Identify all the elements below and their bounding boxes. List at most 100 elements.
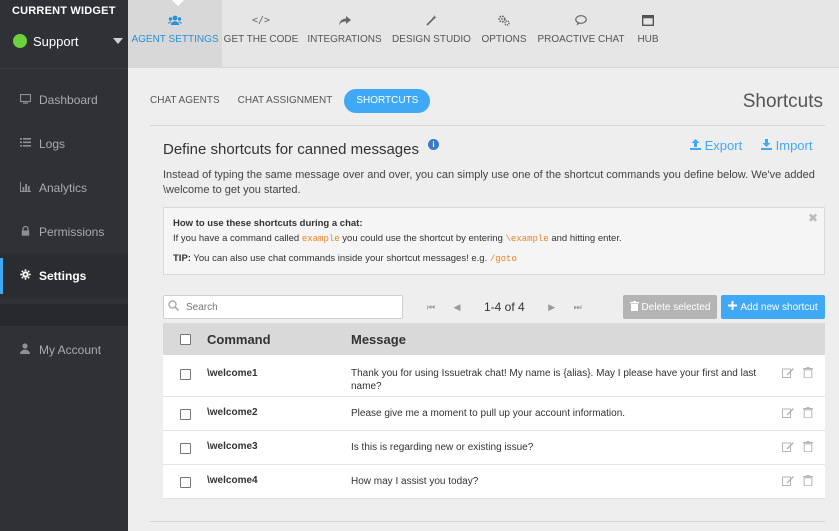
add-shortcut-button[interactable]: Add new shortcut — [721, 295, 825, 319]
users-icon — [128, 15, 222, 29]
message-cell: Is this is regarding new or existing iss… — [351, 442, 534, 453]
sidebar-item-label: Permissions — [39, 225, 105, 239]
tab-label: GET THE CODE — [223, 34, 299, 45]
online-status-dot — [13, 34, 27, 48]
page-title: Shortcuts — [742, 91, 823, 112]
column-header-command: Command — [207, 331, 271, 347]
window-icon — [628, 14, 668, 29]
subtabs: CHAT AGENTS CHAT ASSIGNMENT SHORTCUTS — [150, 89, 448, 113]
command-cell: \welcome4 — [207, 475, 258, 486]
first-page-icon[interactable]: ⏮ — [422, 302, 440, 313]
table-row[interactable]: \welcome1 Thank you for using Issuetrak … — [163, 355, 825, 397]
code-sample: example — [301, 234, 340, 244]
divider — [150, 125, 825, 126]
tab-hub[interactable]: HUB — [628, 0, 668, 68]
sidebar-item-label: My Account — [39, 343, 102, 357]
import-button[interactable]: Import — [761, 138, 812, 153]
sidebar-nav: Dashboard Logs Analytics Permissions Set… — [0, 78, 128, 370]
tab-proactive-chat[interactable]: PROACTIVE CHAT — [534, 0, 628, 68]
tab-label: DESIGN STUDIO — [392, 34, 471, 45]
search-input[interactable] — [186, 301, 386, 313]
search-box — [163, 295, 403, 319]
last-page-icon[interactable]: ⏭ — [569, 302, 587, 313]
tab-label: OPTIONS — [481, 34, 527, 45]
edit-icon[interactable] — [781, 367, 795, 379]
share-icon — [300, 15, 389, 29]
prev-page-icon[interactable]: ◀ — [448, 302, 466, 313]
row-actions — [775, 367, 815, 379]
row-checkbox[interactable] — [179, 409, 191, 420]
code-icon: </> — [251, 15, 271, 26]
gear-icon — [18, 269, 32, 283]
current-widget-label: CURRENT WIDGET — [12, 5, 116, 17]
sidebar-separator — [0, 304, 128, 326]
column-header-message: Message — [351, 331, 406, 347]
tip-text: You can also use chat commands inside yo… — [190, 253, 490, 264]
subtab-chat-assignment[interactable]: CHAT ASSIGNMENT — [238, 89, 333, 113]
tab-integrations[interactable]: INTEGRATIONS — [300, 0, 389, 68]
sidebar-item-my-account[interactable]: My Account — [0, 330, 128, 370]
row-checkbox[interactable] — [179, 369, 191, 380]
row-checkbox[interactable] — [179, 477, 191, 488]
widget-selector[interactable]: Support — [0, 24, 128, 58]
sidebar-item-logs[interactable]: Logs — [0, 122, 128, 166]
sidebar-item-dashboard[interactable]: Dashboard — [0, 78, 128, 122]
sidebar-item-permissions[interactable]: Permissions — [0, 210, 128, 254]
download-icon — [761, 138, 772, 153]
row-checkbox[interactable] — [179, 443, 191, 454]
tab-design-studio[interactable]: DESIGN STUDIO — [389, 0, 474, 68]
table-row[interactable]: \welcome3 Is this is regarding new or ex… — [163, 431, 825, 465]
export-button[interactable]: Export — [690, 138, 742, 153]
header-check-cell — [163, 333, 207, 345]
tab-get-the-code[interactable]: </> GET THE CODE — [222, 0, 300, 68]
code-sample: \example — [505, 234, 549, 244]
next-page-icon[interactable]: ▶ — [543, 302, 561, 313]
active-tab-pointer — [172, 0, 184, 6]
edit-icon[interactable] — [781, 475, 795, 487]
list-icon — [18, 138, 32, 150]
chat-bubble-icon — [534, 15, 628, 29]
howto-title: How to use these shortcuts during a chat… — [173, 218, 363, 229]
divider — [150, 521, 825, 522]
sidebar: CURRENT WIDGET Support Dashboard Logs An… — [0, 0, 128, 531]
delete-selected-button[interactable]: Delete selected — [623, 295, 717, 319]
howto-text: and hitting enter. — [548, 233, 622, 244]
message-cell: How may I assist you today? — [351, 476, 479, 487]
trash-icon[interactable] — [801, 475, 815, 487]
row-actions — [775, 407, 815, 419]
select-all-checkbox[interactable] — [179, 333, 191, 345]
edit-icon[interactable] — [781, 407, 795, 419]
tab-label: HUB — [637, 34, 659, 45]
row-actions — [775, 475, 815, 487]
search-icon — [168, 300, 182, 314]
subtab-shortcuts[interactable]: SHORTCUTS — [344, 89, 431, 113]
trash-icon[interactable] — [801, 407, 815, 419]
trash-icon[interactable] — [801, 441, 815, 453]
sidebar-item-analytics[interactable]: Analytics — [0, 166, 128, 210]
subtab-chat-agents[interactable]: CHAT AGENTS — [150, 89, 220, 113]
bar-chart-icon — [18, 181, 32, 195]
row-check-cell — [163, 441, 207, 454]
shortcuts-table: Command Message \welcome1 Thank you for … — [163, 323, 825, 499]
sidebar-item-settings[interactable]: Settings — [0, 254, 128, 298]
table-row[interactable]: \welcome4 How may I assist you today? — [163, 465, 825, 499]
add-shortcut-label: Add new shortcut — [740, 301, 818, 313]
table-row[interactable]: \welcome2 Please give me a moment to pul… — [163, 397, 825, 431]
howto-text: If you have a command called — [173, 233, 302, 244]
tab-label: PROACTIVE CHAT — [537, 34, 625, 45]
info-icon[interactable]: i — [428, 139, 439, 150]
tab-agent-settings[interactable]: AGENT SETTINGS — [128, 0, 222, 68]
tip-label: TIP: — [173, 253, 191, 264]
trash-icon[interactable] — [801, 367, 815, 379]
close-icon[interactable]: ✖ — [808, 211, 818, 225]
howto-line: If you have a command called example you… — [173, 233, 815, 244]
sidebar-item-label: Analytics — [39, 181, 88, 195]
top-navigation: AGENT SETTINGS </> GET THE CODE INTEGRAT… — [128, 0, 839, 68]
table-header: Command Message — [163, 323, 825, 355]
edit-icon[interactable] — [781, 441, 795, 453]
import-label: Import — [775, 138, 813, 153]
tab-options[interactable]: OPTIONS — [474, 0, 534, 68]
lock-icon — [18, 225, 32, 239]
upload-icon — [690, 138, 701, 153]
row-actions — [775, 441, 815, 453]
